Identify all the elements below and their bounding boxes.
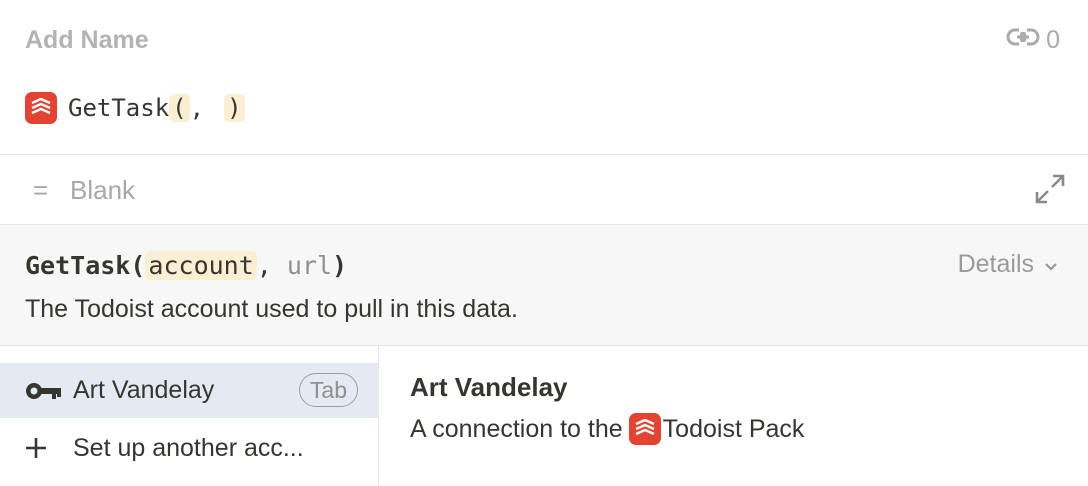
result-preview: = Blank [0,155,1088,225]
link-icon [1006,26,1040,55]
signature-function-name: GetTask [25,251,131,280]
signature-close-paren: ) [332,251,348,280]
account-option[interactable]: Art Vandelay Tab [0,363,378,418]
setup-account-option[interactable]: Set up another acc... [0,421,378,475]
todoist-logo-icon [25,92,57,124]
formula-close-paren: ) [224,94,245,122]
account-detail-subtitle: A connection to the Todoist Pack [410,413,804,445]
formula-separator: , [189,94,205,122]
equals-sign: = [33,175,49,205]
references-count[interactable]: 0 [1006,26,1060,55]
formula-function-name: GetTask [68,94,170,122]
todoist-logo-icon [628,413,661,445]
key-icon [25,381,63,401]
function-help-panel: GetTask ( account , url ) The Todoist ac… [0,225,1088,346]
signature-open-paren: ( [130,251,146,280]
details-toggle[interactable]: Details [958,250,1058,279]
formula-input[interactable]: GetTask ( , ) [25,92,245,124]
argument-description: The Todoist account used to pull in this… [25,295,518,323]
link-count: 0 [1046,26,1060,54]
account-option-label: Art Vandelay [73,376,215,404]
account-detail: Art Vandelay A connection to the Todoist… [410,372,804,445]
formula-open-paren: ( [169,94,190,122]
account-detail-prefix: A connection to the [410,414,623,443]
plus-icon [25,437,63,459]
tab-key-hint: Tab [298,373,358,407]
pack-name: Todoist Pack [662,414,805,443]
account-list: Art Vandelay Tab Set up another acc... [0,346,379,486]
setup-account-label: Set up another acc... [73,433,304,462]
signature-separator: , [256,251,287,280]
function-signature: GetTask ( account , url ) [25,251,347,280]
details-label: Details [957,250,1034,278]
result-value: Blank [70,175,136,205]
account-detail-title: Art Vandelay [410,372,568,402]
expand-icon[interactable] [1034,172,1066,211]
chevron-down-icon [1044,250,1058,279]
formula-editor: Add Name 0 GetTask ( , ) [0,0,1088,155]
formula-name-input[interactable]: Add Name [25,26,149,55]
signature-next-arg: url [286,251,333,280]
signature-active-arg: account [145,251,257,280]
account-picker: Art Vandelay Tab Set up another acc... A… [0,346,1088,486]
